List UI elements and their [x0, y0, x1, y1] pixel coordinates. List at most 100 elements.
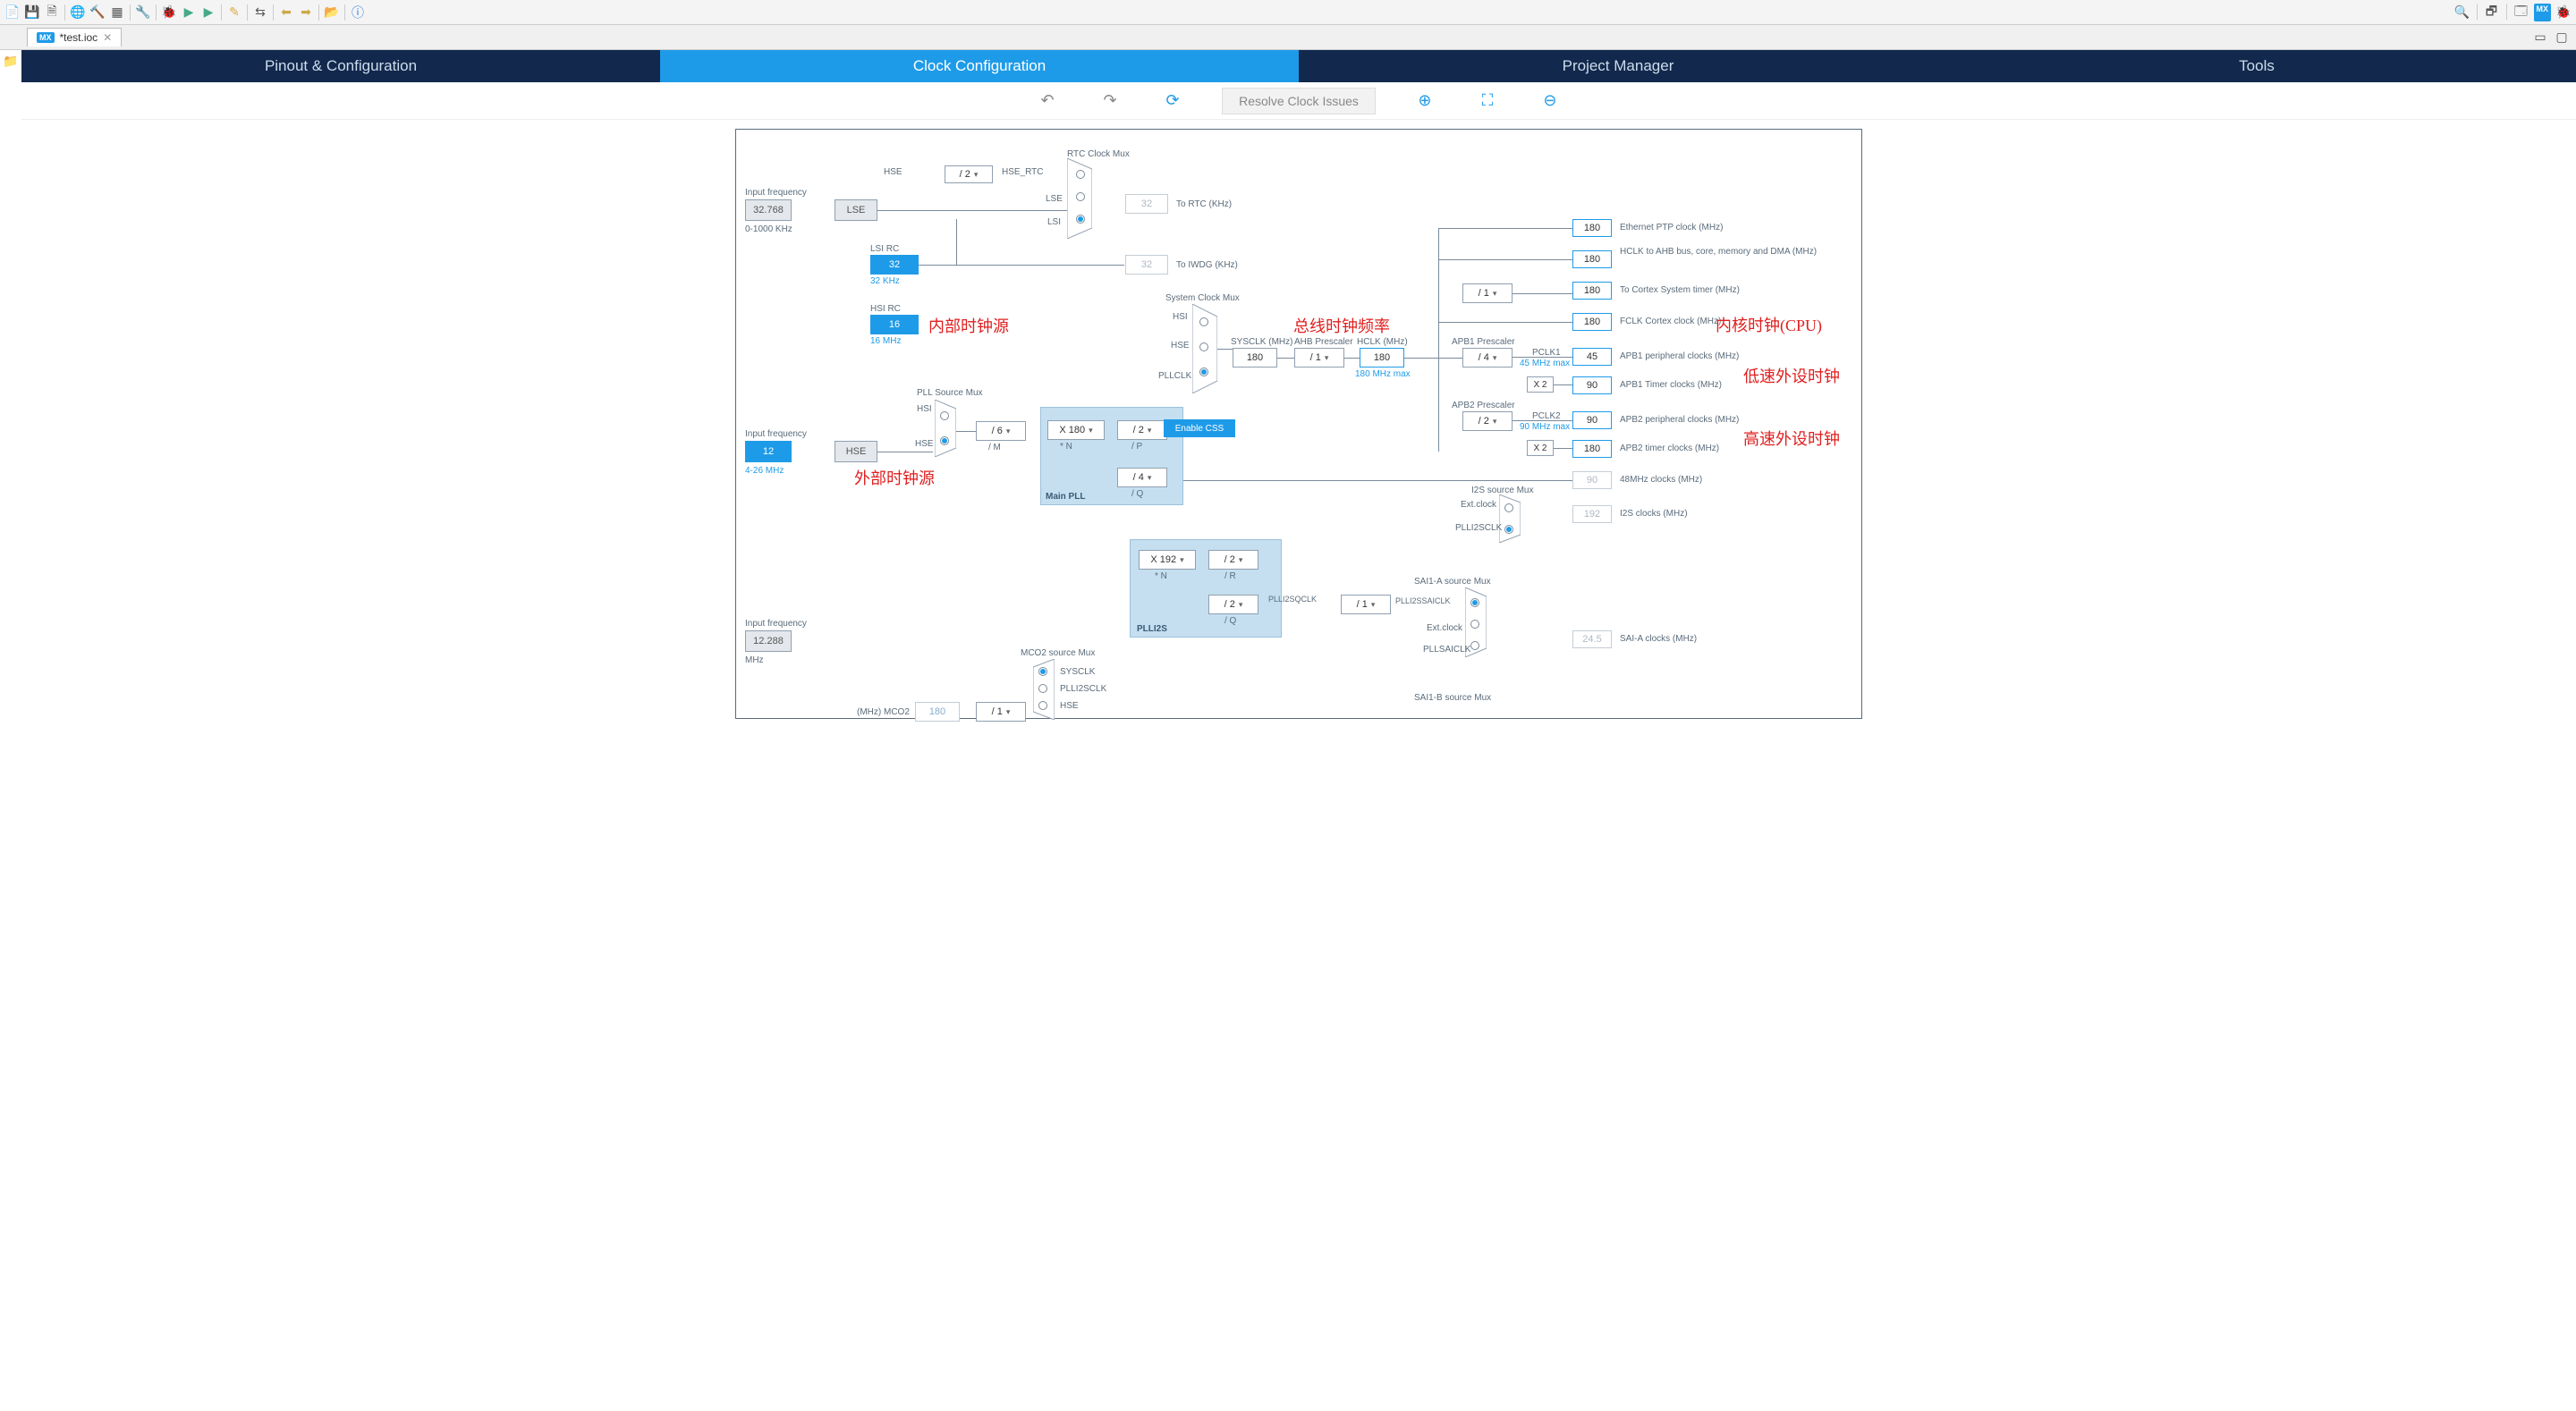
apb2-mult: X 2 [1527, 440, 1554, 456]
pll-q[interactable]: / 4 [1117, 468, 1167, 487]
zoom-out-icon[interactable]: ⊖ [1537, 88, 1563, 114]
redo-icon[interactable]: ↷ [1097, 88, 1123, 114]
sys-radio-pll[interactable] [1199, 368, 1208, 376]
ext-input[interactable]: 12.288 [745, 630, 792, 652]
mco2-r1[interactable] [1038, 667, 1047, 676]
mx-perspective[interactable]: MX [2534, 4, 2552, 21]
new-icon[interactable]: 📄 [4, 4, 21, 21]
fwd-icon[interactable]: ➡ [297, 4, 315, 21]
refresh-icon[interactable]: ⟳ [1159, 88, 1186, 114]
minimize-icon[interactable]: ▭ [2531, 29, 2549, 46]
plli2s-n[interactable]: X 192 [1139, 550, 1196, 570]
build-icon[interactable]: 🔨 [89, 4, 106, 21]
pll-n-note: * N [1060, 442, 1072, 452]
sys-hsi: HSI [1173, 312, 1188, 322]
highlight-icon[interactable]: ✎ [225, 4, 243, 21]
search-icon[interactable]: 🔍 [2453, 4, 2471, 21]
anno-high: 高速外设时钟 [1743, 427, 1840, 450]
fit-icon[interactable]: ⛶ [1474, 88, 1501, 114]
tab-clock[interactable]: Clock Configuration [660, 50, 1299, 82]
lse-range: 0-1000 KHz [745, 224, 792, 234]
diagram-container[interactable]: Input frequency 32.768 0-1000 KHz LSE LS… [21, 120, 2576, 1411]
run-icon[interactable]: ▶ [180, 4, 198, 21]
out-apb1p-lbl: APB1 peripheral clocks (MHz) [1620, 351, 1739, 361]
pll-p[interactable]: / 2 [1117, 420, 1167, 440]
mco2-plli2s: PLLI2SCLK [1060, 684, 1106, 694]
save-icon[interactable]: 💾 [23, 4, 41, 21]
sai1a-r1[interactable] [1470, 598, 1479, 607]
open-icon[interactable]: 📂 [323, 4, 341, 21]
plli2sq-div[interactable]: / 1 [1341, 595, 1391, 614]
sys-pllclk: PLLCLK [1158, 371, 1191, 381]
globe-icon[interactable]: 🌐 [69, 4, 87, 21]
i2s-radio-ext[interactable] [1504, 503, 1513, 512]
rtc-radio-lsi[interactable] [1076, 215, 1085, 224]
hse-range: 4-26 MHz [745, 466, 784, 476]
pll-m[interactable]: / 6 [976, 421, 1026, 441]
out-hclk: 180 [1572, 250, 1612, 268]
lsi-lbl: LSI [1047, 217, 1061, 227]
top-toolbar: 📄 💾 🗎 🌐 🔨 ▦ 🔧 🐞 ▶ ▶ ✎ ⇆ ⬅ ➡ 📂 ⓘ 🔍 🗗 🗔 MX… [0, 0, 2576, 25]
nav-icon[interactable]: ⇆ [251, 4, 269, 21]
rtc-radio-hse[interactable] [1076, 170, 1085, 179]
mco2-hse: HSE [1060, 701, 1079, 711]
file-tab[interactable]: MX *test.ioc ✕ [27, 28, 122, 46]
debug-icon[interactable]: 🐞 [160, 4, 178, 21]
save-all-icon[interactable]: 🗎 [43, 4, 61, 21]
mco2-div[interactable]: / 1 [976, 702, 1026, 722]
apb2-presc[interactable]: / 2 [1462, 411, 1513, 431]
out-cortex-sys: 180 [1572, 282, 1612, 300]
sai1b-title: SAI1-B source Mux [1414, 693, 1491, 703]
rtc-radio-lse[interactable] [1076, 192, 1085, 201]
perspective-icon[interactable]: 🗗 [2483, 4, 2501, 21]
apb1-presc[interactable]: / 4 [1462, 348, 1513, 368]
tool-icon[interactable]: 🔧 [134, 4, 152, 21]
pll-n[interactable]: X 180 [1047, 420, 1105, 440]
lse-input[interactable]: 32.768 [745, 199, 792, 221]
tab-tools[interactable]: Tools [1937, 50, 2576, 82]
cortex-div[interactable]: / 1 [1462, 283, 1513, 303]
anno-core: 内核时钟(CPU) [1716, 313, 1822, 336]
pll-m-note: / M [988, 443, 1001, 452]
lsi-note: 32 KHz [870, 276, 900, 286]
sys-radio-hse[interactable] [1199, 342, 1208, 351]
pll-hse: HSE [915, 439, 934, 449]
mco2-r3[interactable] [1038, 701, 1047, 710]
folder-icon[interactable]: 📁 [3, 54, 18, 69]
back-icon[interactable]: ⬅ [277, 4, 295, 21]
plli2s-r[interactable]: / 2 [1208, 550, 1258, 570]
resolve-button[interactable]: Resolve Clock Issues [1222, 88, 1376, 114]
ahb-presc[interactable]: / 1 [1294, 348, 1344, 368]
sai1a-r2[interactable] [1470, 620, 1479, 629]
zoom-in-icon[interactable]: ⊕ [1411, 88, 1438, 114]
binary-icon[interactable]: ▦ [108, 4, 126, 21]
tab-project[interactable]: Project Manager [1299, 50, 1937, 82]
pll-radio-hsi[interactable] [940, 411, 949, 420]
close-tab-icon[interactable]: ✕ [103, 31, 112, 44]
out-saia: 24.5 [1572, 630, 1612, 648]
pclk2-note: 90 MHz max [1520, 422, 1570, 432]
undo-icon[interactable]: ↶ [1034, 88, 1061, 114]
tab-pinout[interactable]: Pinout & Configuration [21, 50, 660, 82]
debug-persp-icon[interactable]: 🐞 [2555, 4, 2572, 21]
hclk-val[interactable]: 180 [1360, 348, 1404, 368]
hse-input[interactable]: 12 [745, 441, 792, 462]
hse-box: HSE [835, 441, 877, 462]
plli2s-q-note: / Q [1224, 616, 1236, 626]
sai1a-r3[interactable] [1470, 641, 1479, 650]
enable-css[interactable]: Enable CSS [1164, 419, 1235, 437]
rtc-div[interactable]: / 2 [945, 165, 993, 183]
pclk1-note: 45 MHz max [1520, 359, 1570, 368]
persp2-icon[interactable]: 🗔 [2512, 4, 2530, 21]
maximize-icon[interactable]: ▢ [2553, 29, 2571, 46]
info-icon[interactable]: ⓘ [349, 4, 367, 21]
i2s-radio-pll[interactable] [1504, 525, 1513, 534]
main-tabs: Pinout & Configuration Clock Configurati… [21, 50, 2576, 82]
mco2-r2[interactable] [1038, 684, 1047, 693]
hse-freq-label: Input frequency [745, 429, 807, 439]
plli2s-q[interactable]: / 2 [1208, 595, 1258, 614]
plli2s-r-note: / R [1224, 571, 1236, 581]
run2-icon[interactable]: ▶ [199, 4, 217, 21]
sys-radio-hsi[interactable] [1199, 317, 1208, 326]
pll-radio-hse[interactable] [940, 436, 949, 445]
